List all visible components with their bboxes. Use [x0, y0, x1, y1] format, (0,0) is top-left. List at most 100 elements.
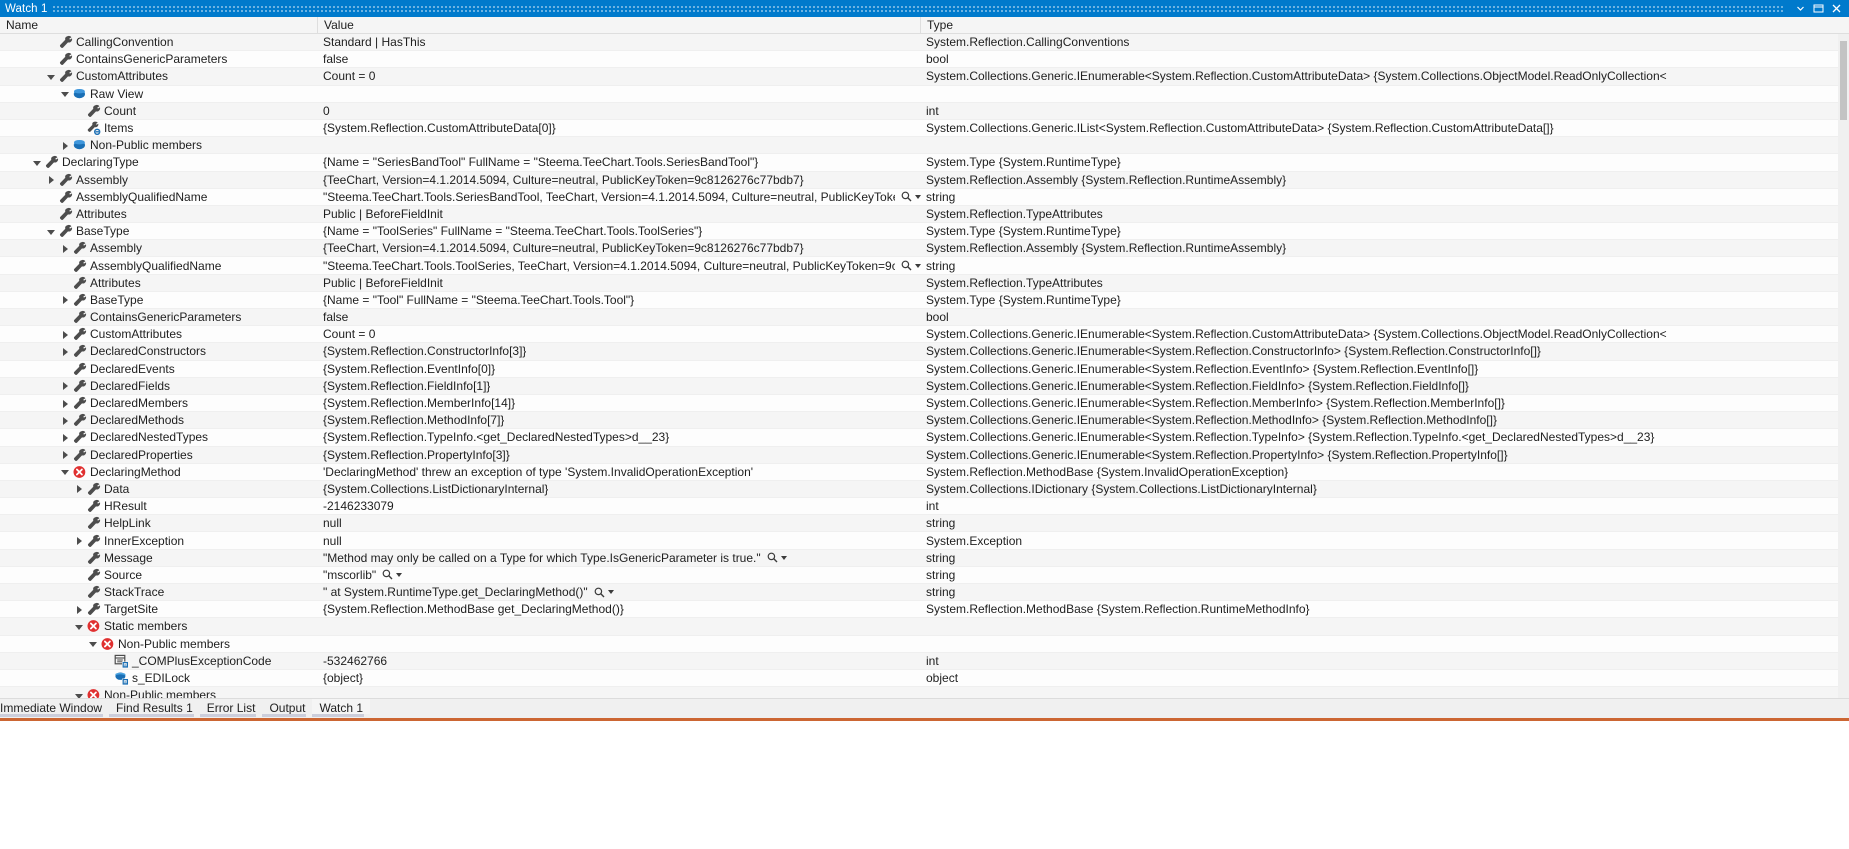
row-name-cell[interactable]: DeclaredNestedTypes — [0, 429, 318, 445]
row-name-cell[interactable]: Source — [0, 567, 318, 583]
string-viewer-magnifier-icon[interactable] — [901, 260, 921, 271]
tree-expander-expanded-icon[interactable] — [74, 690, 85, 698]
table-row[interactable]: DeclaredFields {System.Reflection.FieldIn… — [0, 377, 1849, 395]
row-value-cell[interactable]: {TeeChart, Version=4.1.2014.5094, Cultur… — [318, 240, 921, 256]
string-viewer-magnifier-icon[interactable] — [382, 569, 403, 580]
row-value-cell[interactable]: 'DeclaringMethod' threw an exception of … — [318, 464, 921, 480]
row-name-cell[interactable]: Static members — [0, 618, 318, 634]
row-name-cell[interactable]: Non-Public members — [0, 636, 318, 652]
row-value-cell[interactable]: false — [318, 51, 921, 67]
chevron-down-icon[interactable] — [1791, 0, 1809, 17]
row-name-cell[interactable]: CallingConvention — [0, 34, 318, 50]
table-row[interactable]: Non-Public members — [0, 137, 1849, 155]
table-row[interactable]: ContainsGenericParameters false bool — [0, 309, 1849, 327]
window-dock-icon[interactable] — [1809, 0, 1827, 17]
row-value-cell[interactable]: " at System.RuntimeType.get_DeclaringMet… — [318, 584, 921, 600]
row-name-cell[interactable]: ContainsGenericParameters — [0, 51, 318, 67]
row-name-cell[interactable]: a s_EDILock — [0, 670, 318, 686]
row-name-cell[interactable]: Raw View — [0, 86, 318, 102]
row-value-cell[interactable]: -532462766 — [318, 653, 921, 669]
table-row[interactable]: DeclaringType {Name = "SeriesBandTool" Fu… — [0, 154, 1849, 172]
string-viewer-magnifier-icon[interactable] — [767, 552, 787, 563]
table-row[interactable]: Attributes Public | BeforeFieldInit System… — [0, 274, 1849, 292]
row-value-cell[interactable] — [318, 137, 921, 153]
table-row[interactable]: CustomAttributes Count = 0 System.Collecti… — [0, 68, 1849, 86]
row-value-cell[interactable] — [318, 636, 921, 652]
table-row[interactable]: HelpLink null string — [0, 515, 1849, 533]
table-row[interactable]: StackTrace " at System.RuntimeType.get_De… — [0, 584, 1849, 602]
row-value-cell[interactable]: false — [318, 309, 921, 325]
string-viewer-magnifier-icon[interactable] — [594, 587, 614, 598]
table-row[interactable]: BaseType {Name = "Tool" FullName = "Steem… — [0, 291, 1849, 309]
table-row[interactable]: DeclaredProperties {System.Reflection.Pro… — [0, 446, 1849, 464]
table-row[interactable]: Non-Public members — [0, 635, 1849, 653]
row-value-cell[interactable]: "mscorlib" — [318, 567, 921, 583]
table-row[interactable]: Assembly {TeeChart, Version=4.1.2014.5094… — [0, 171, 1849, 189]
table-row[interactable]: TargetSite {System.Reflection.MethodBase … — [0, 601, 1849, 619]
table-row[interactable]: Attributes Public | BeforeFieldInit System… — [0, 205, 1849, 224]
tree-expander-collapsed-icon[interactable] — [74, 535, 85, 546]
table-row[interactable]: HResult -2146233079 int — [0, 498, 1849, 516]
row-value-cell[interactable]: {TeeChart, Version=4.1.2014.5094, Cultur… — [318, 172, 921, 188]
row-value-cell[interactable] — [318, 687, 921, 698]
row-name-cell[interactable]: Attributes — [0, 206, 318, 222]
row-value-cell[interactable]: Standard | HasThis — [318, 34, 921, 50]
string-viewer-magnifier-icon[interactable] — [901, 191, 921, 202]
row-name-cell[interactable]: BaseType — [0, 223, 318, 239]
table-row[interactable]: a _COMPlusExceptionCode -532462766 int — [0, 652, 1849, 670]
row-name-cell[interactable]: Non-Public members — [0, 687, 318, 698]
row-value-cell[interactable]: {System.Reflection.PropertyInfo[3]} — [318, 447, 921, 463]
row-name-cell[interactable]: DeclaringMethod — [0, 464, 318, 480]
table-row[interactable]: DeclaredNestedTypes {System.Reflection.Ty… — [0, 429, 1849, 447]
row-value-cell[interactable]: {System.Collections.ListDictionaryIntern… — [318, 481, 921, 497]
row-value-cell[interactable]: Count = 0 — [318, 326, 921, 342]
tree-expander-expanded-icon[interactable] — [32, 157, 43, 168]
column-header-type[interactable]: Type — [921, 17, 1849, 33]
row-name-cell[interactable]: DeclaredEvents — [0, 361, 318, 377]
tree-expander-collapsed-icon[interactable] — [60, 398, 71, 409]
tree-expander-collapsed-icon[interactable] — [60, 346, 71, 357]
row-name-cell[interactable]: Items — [0, 120, 318, 136]
row-name-cell[interactable]: DeclaredMembers — [0, 395, 318, 411]
table-row[interactable]: Raw View — [0, 85, 1849, 103]
tree-expander-expanded-icon[interactable] — [88, 638, 99, 649]
row-value-cell[interactable]: "Method may only be called on a Type for… — [318, 550, 921, 566]
row-name-cell[interactable]: Non-Public members — [0, 137, 318, 153]
tree-expander-expanded-icon[interactable] — [46, 71, 57, 82]
row-name-cell[interactable]: Data — [0, 481, 318, 497]
tree-expander-collapsed-icon[interactable] — [60, 329, 71, 340]
row-value-cell[interactable]: {System.Reflection.ConstructorInfo[3]} — [318, 343, 921, 359]
table-row[interactable]: CustomAttributes Count = 0 System.Collecti… — [0, 326, 1849, 344]
tree-expander-collapsed-icon[interactable] — [46, 174, 57, 185]
row-name-cell[interactable]: DeclaringType — [0, 154, 318, 170]
row-name-cell[interactable]: Assembly — [0, 240, 318, 256]
tree-expander-expanded-icon[interactable] — [60, 88, 71, 99]
table-row[interactable]: DeclaredMembers {System.Reflection.Member… — [0, 394, 1849, 413]
row-name-cell[interactable]: Count — [0, 103, 318, 119]
row-value-cell[interactable]: {System.Reflection.MethodInfo[7]} — [318, 412, 921, 428]
string-viewer-caret-icon[interactable] — [396, 572, 403, 577]
row-name-cell[interactable]: AssemblyQualifiedName — [0, 257, 318, 273]
vertical-scrollbar[interactable] — [1838, 34, 1849, 698]
row-value-cell[interactable]: {System.Reflection.MemberInfo[14]} — [318, 395, 921, 411]
table-row[interactable]: DeclaringMethod 'DeclaringMethod' threw a… — [0, 463, 1849, 481]
table-row[interactable]: Items {System.Reflection.CustomAttributeD… — [0, 119, 1849, 138]
close-icon[interactable] — [1827, 0, 1845, 17]
tree-expander-collapsed-icon[interactable] — [60, 294, 71, 305]
row-name-cell[interactable]: Message — [0, 550, 318, 566]
row-value-cell[interactable] — [318, 618, 921, 634]
row-name-cell[interactable]: Attributes — [0, 275, 318, 291]
row-value-cell[interactable]: "Steema.TeeChart.Tools.SeriesBandTool, T… — [318, 189, 921, 205]
tree-expander-collapsed-icon[interactable] — [60, 140, 71, 151]
table-row[interactable]: DeclaredEvents {System.Reflection.EventIn… — [0, 360, 1849, 378]
table-row[interactable]: AssemblyQualifiedName "Steema.TeeChart.To… — [0, 188, 1849, 206]
table-row[interactable]: Message "Method may only be called on a T… — [0, 549, 1849, 567]
row-value-cell[interactable]: {System.Reflection.EventInfo[0]} — [318, 361, 921, 377]
row-value-cell[interactable]: Public | BeforeFieldInit — [318, 275, 921, 291]
table-row[interactable]: InnerException null System.Exception — [0, 532, 1849, 550]
table-row[interactable]: AssemblyQualifiedName "Steema.TeeChart.To… — [0, 257, 1849, 275]
table-row[interactable]: DeclaredConstructors {System.Reflection.C… — [0, 343, 1849, 361]
row-value-cell[interactable] — [318, 86, 921, 102]
tree-expander-collapsed-icon[interactable] — [60, 449, 71, 460]
table-row[interactable]: DeclaredMethods {System.Reflection.Method… — [0, 412, 1849, 430]
